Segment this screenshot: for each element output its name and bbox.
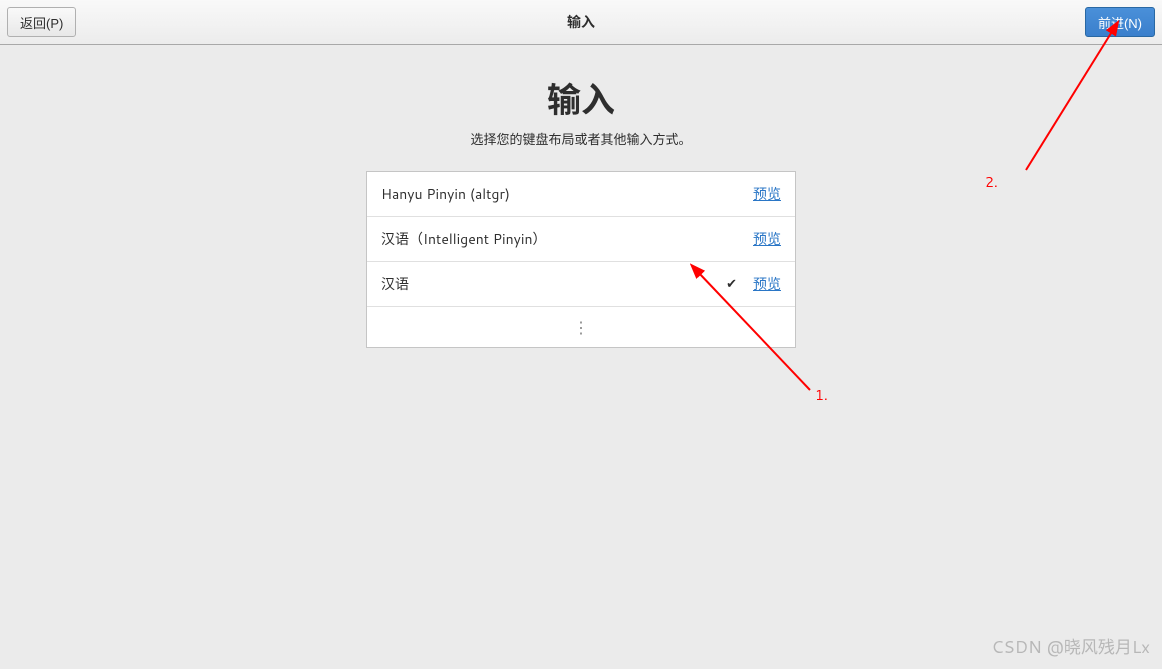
next-button[interactable]: 前进(N) [1085,7,1155,37]
back-button[interactable]: 返回(P) [7,7,76,37]
list-item[interactable]: 汉语 ✔ 预览 [367,262,795,307]
input-method-list: Hanyu Pinyin (altgr) 预览 汉语（Intelligent P… [366,171,796,348]
list-item[interactable]: Hanyu Pinyin (altgr) 预览 [367,172,795,217]
more-icon: ⋮ [573,316,589,339]
preview-link[interactable]: 预览 [753,184,781,204]
main-content: 输入 选择您的键盘布局或者其他输入方式。 Hanyu Pinyin (altgr… [0,45,1162,348]
header-bar: 返回(P) 输入 前进(N) [0,0,1162,45]
page-subtitle: 选择您的键盘布局或者其他输入方式。 [470,129,691,149]
list-item-label: 汉语 [381,274,726,294]
header-title: 输入 [567,12,595,32]
checkmark-icon: ✔ [726,275,737,293]
preview-link[interactable]: 预览 [753,229,781,249]
list-item-label: 汉语（Intelligent Pinyin） [381,229,753,249]
preview-link[interactable]: 预览 [753,274,781,294]
watermark: CSDN @晓风残月Lx [991,633,1150,659]
annotation-label-2: 2. [985,172,998,192]
more-button[interactable]: ⋮ [367,307,795,347]
list-item-label: Hanyu Pinyin (altgr) [381,184,753,204]
page-title: 输入 [547,73,615,123]
annotation-label-1: 1. [815,385,828,405]
list-item[interactable]: 汉语（Intelligent Pinyin） 预览 [367,217,795,262]
